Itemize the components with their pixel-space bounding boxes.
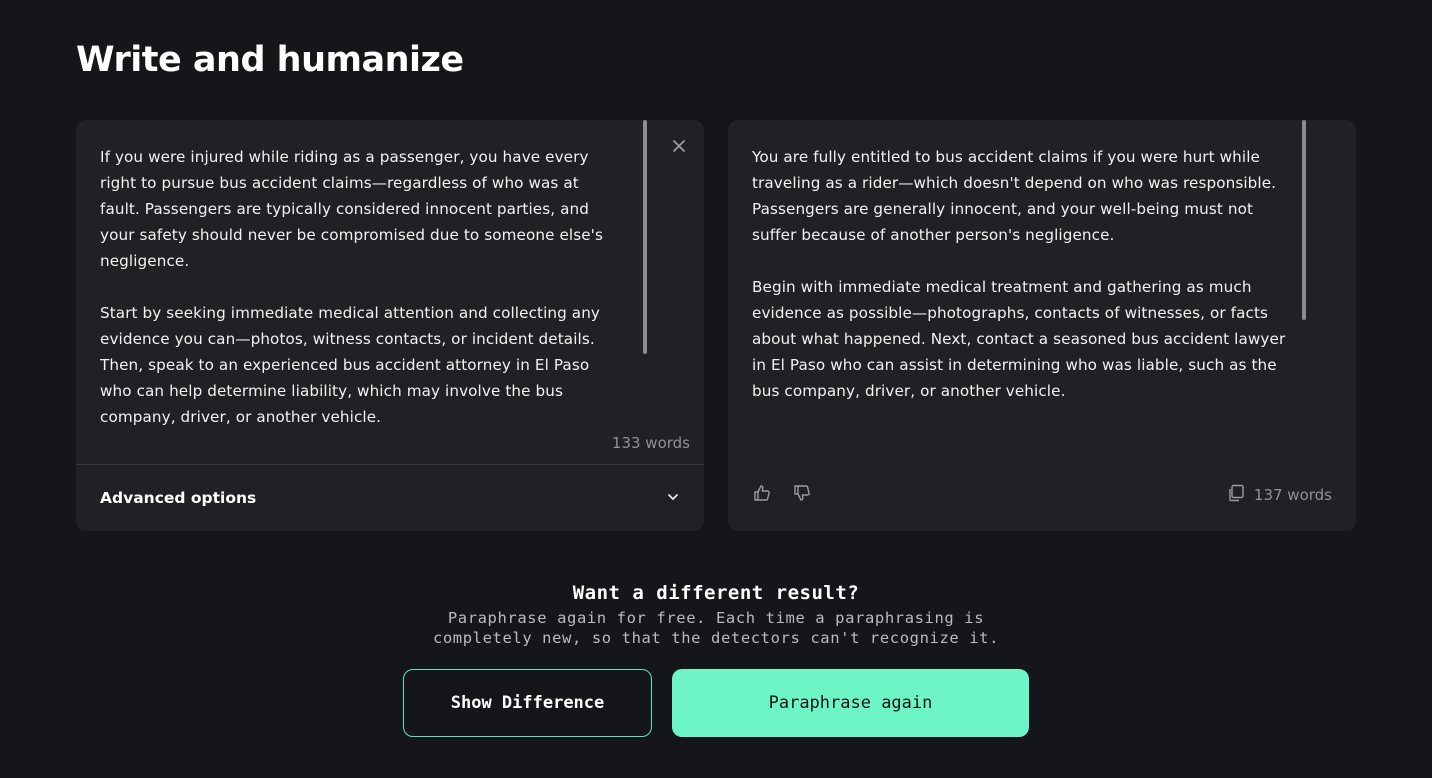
close-icon (672, 138, 686, 157)
output-panel: You are fully entitled to bus accident c… (728, 120, 1356, 531)
output-text: You are fully entitled to bus accident c… (752, 148, 1286, 400)
input-text[interactable]: If you were injured while riding as a pa… (100, 144, 620, 444)
show-difference-button[interactable]: Show Difference (403, 669, 652, 737)
retry-section: Want a different result? Paraphrase agai… (0, 582, 1432, 648)
chevron-down-icon (666, 489, 680, 508)
feedback-group (752, 483, 812, 503)
output-word-count: 137 words (1253, 486, 1332, 504)
page-title: Write and humanize (76, 40, 464, 80)
thumbs-up-button[interactable] (752, 483, 772, 503)
input-scrollbar[interactable] (643, 120, 647, 354)
output-footer-right: 137 words (1226, 483, 1332, 507)
advanced-options-toggle[interactable]: Advanced options (100, 486, 680, 510)
retry-subtitle-line-2: completely new, so that the detectors ca… (432, 629, 1000, 647)
paraphrase-again-button[interactable]: Paraphrase again (672, 669, 1029, 737)
input-word-count: 133 words (611, 434, 690, 452)
advanced-options-label: Advanced options (100, 489, 257, 507)
output-scrollbar[interactable] (1302, 120, 1306, 320)
retry-subtitle: Paraphrase again for free. Each time a p… (0, 608, 1432, 648)
clear-input-button[interactable] (668, 136, 690, 158)
retry-title: Want a different result? (572, 582, 860, 604)
thumbs-up-icon (754, 485, 770, 501)
thumbs-down-button[interactable] (792, 483, 812, 503)
input-panel: If you were injured while riding as a pa… (76, 120, 704, 531)
retry-subtitle-line-1: Paraphrase again for free. Each time a p… (447, 609, 985, 627)
copy-icon (1229, 484, 1244, 502)
copy-button[interactable] (1226, 483, 1246, 507)
thumbs-down-icon (794, 485, 810, 501)
divider (76, 464, 704, 465)
